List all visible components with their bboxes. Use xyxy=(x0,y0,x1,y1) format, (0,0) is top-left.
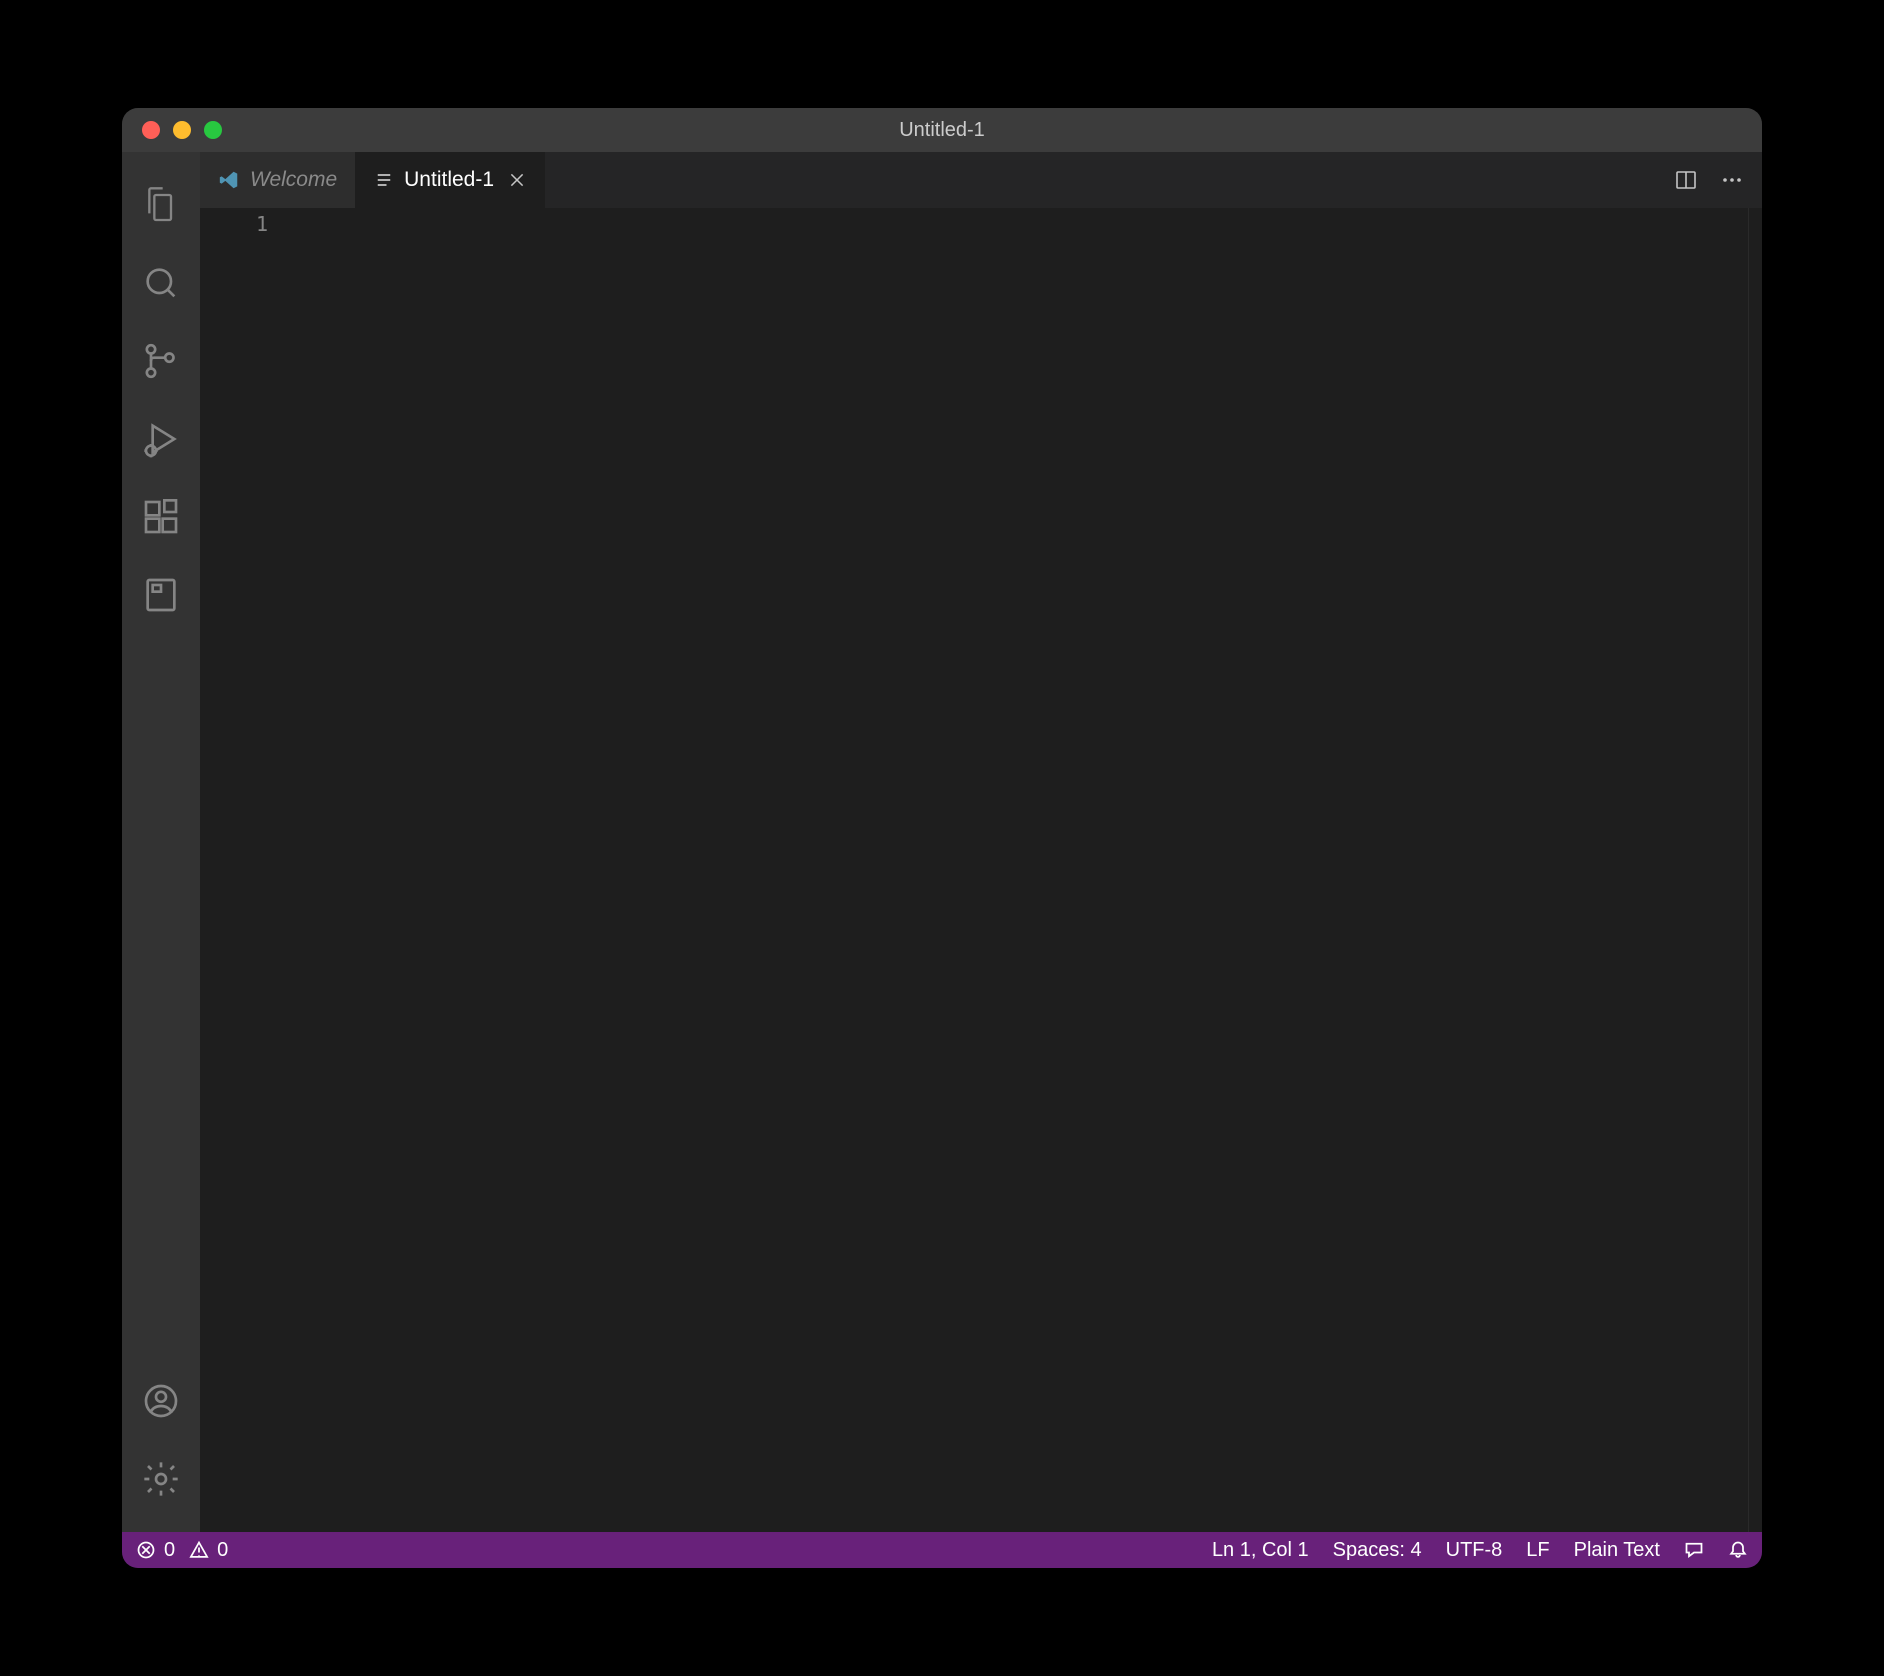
status-encoding[interactable]: UTF-8 xyxy=(1446,1539,1503,1562)
editor-content[interactable] xyxy=(296,208,1748,1532)
workbench-body: Welcome Untitled-1 xyxy=(122,152,1762,1532)
explorer-icon[interactable] xyxy=(122,166,200,244)
accounts-icon[interactable] xyxy=(122,1362,200,1440)
editor-group: Welcome Untitled-1 xyxy=(200,152,1762,1532)
warning-count: 0 xyxy=(217,1539,228,1562)
error-icon xyxy=(136,1540,156,1560)
notifications-bell-icon[interactable] xyxy=(1728,1540,1748,1560)
settings-gear-icon[interactable] xyxy=(122,1440,200,1518)
status-language-mode[interactable]: Plain Text xyxy=(1574,1539,1660,1562)
status-indentation[interactable]: Spaces: 4 xyxy=(1333,1539,1422,1562)
maximize-window-button[interactable] xyxy=(204,121,222,139)
minimize-window-button[interactable] xyxy=(173,121,191,139)
status-problems[interactable]: 0 0 xyxy=(136,1539,228,1562)
minimap[interactable] xyxy=(1748,208,1762,1532)
run-debug-icon[interactable] xyxy=(122,400,200,478)
split-editor-icon[interactable] xyxy=(1670,164,1702,196)
more-actions-icon[interactable] xyxy=(1716,164,1748,196)
line-number: 1 xyxy=(200,212,268,236)
editor-area[interactable]: 1 xyxy=(200,208,1762,1532)
warning-icon xyxy=(189,1540,209,1560)
extensions-icon[interactable] xyxy=(122,478,200,556)
source-control-icon[interactable] xyxy=(122,322,200,400)
file-lines-icon xyxy=(374,170,394,190)
titlebar: Untitled-1 xyxy=(122,108,1762,152)
vscode-window: Untitled-1 xyxy=(122,108,1762,1568)
status-eol[interactable]: LF xyxy=(1526,1539,1549,1562)
window-controls xyxy=(122,121,222,139)
tab-bar: Welcome Untitled-1 xyxy=(200,152,1762,208)
vscode-logo-icon xyxy=(218,169,240,191)
window-title: Untitled-1 xyxy=(899,119,985,142)
tab-untitled-1[interactable]: Untitled-1 xyxy=(356,152,545,208)
close-window-button[interactable] xyxy=(142,121,160,139)
status-bar: 0 0 Ln 1, Col 1 Spaces: 4 UTF-8 LF Plain… xyxy=(122,1532,1762,1568)
tab-label: Untitled-1 xyxy=(404,168,494,192)
activity-bar xyxy=(122,152,200,1532)
search-icon[interactable] xyxy=(122,244,200,322)
tab-welcome[interactable]: Welcome xyxy=(200,152,356,208)
status-cursor-position[interactable]: Ln 1, Col 1 xyxy=(1212,1539,1309,1562)
feedback-icon[interactable] xyxy=(1684,1540,1704,1560)
close-tab-icon[interactable] xyxy=(508,171,526,189)
remote-explorer-icon[interactable] xyxy=(122,556,200,634)
error-count: 0 xyxy=(164,1539,175,1562)
line-number-gutter: 1 xyxy=(200,208,296,1532)
tab-label: Welcome xyxy=(250,168,337,192)
editor-actions xyxy=(1656,152,1762,208)
